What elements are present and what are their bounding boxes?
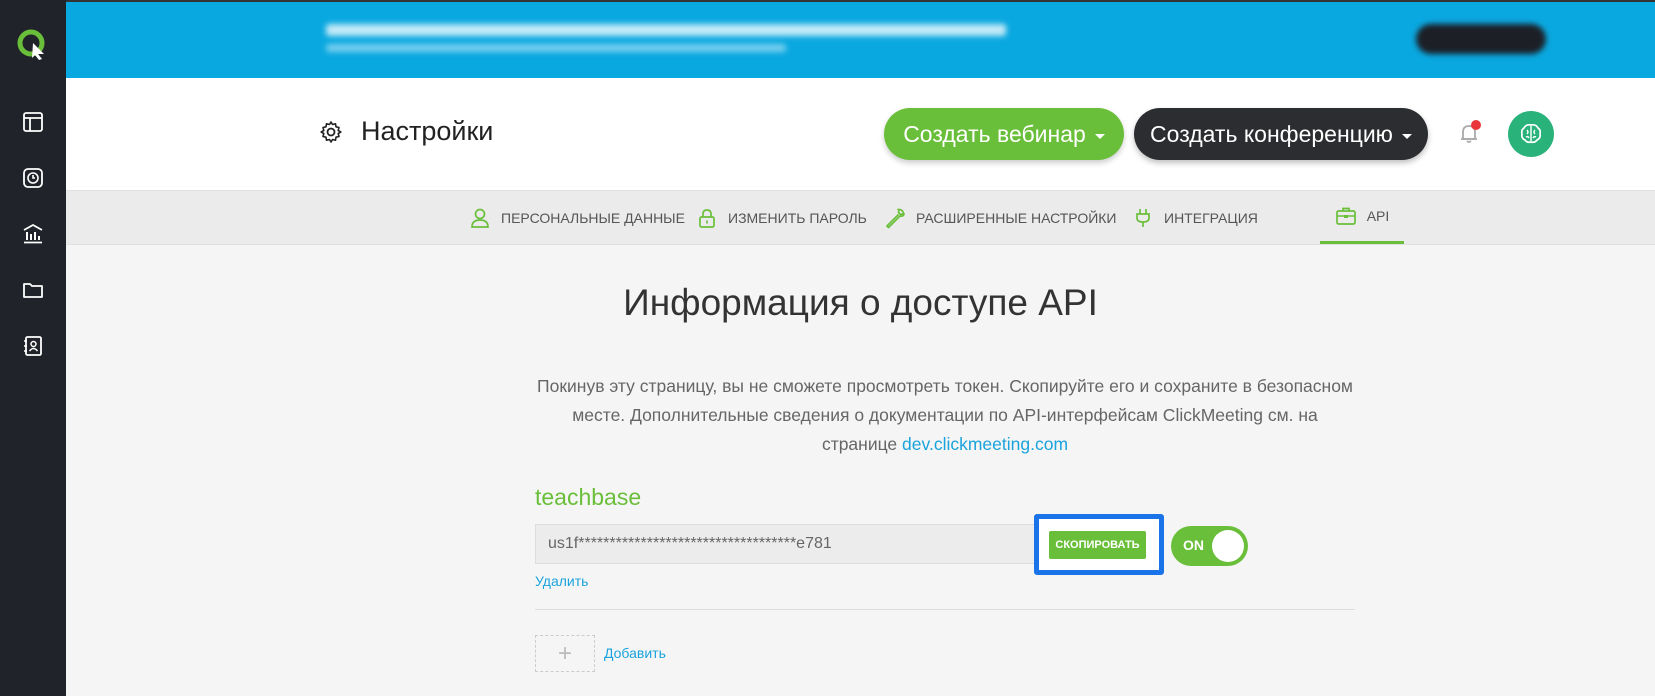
sidebar-item-schedule[interactable] (0, 158, 66, 198)
create-webinar-button[interactable]: Создать вебинар (884, 108, 1124, 160)
folder-icon (23, 283, 43, 298)
notification-badge (1471, 120, 1481, 130)
toggle-knob (1212, 530, 1244, 562)
tab-label: API (1366, 208, 1390, 224)
doc-link[interactable]: dev.clickmeeting.com (902, 434, 1068, 454)
user-icon (471, 208, 489, 228)
api-icon (1335, 207, 1356, 225)
tab-label: Интеграция (1164, 209, 1258, 226)
tab-integration[interactable]: Интеграция (1132, 191, 1258, 244)
notifications-button[interactable] (1456, 120, 1482, 146)
tab-personal-data[interactable]: Персональные данные (469, 191, 685, 244)
tab-label: Персональные данные (501, 209, 685, 226)
create-conference-label: Создать конференцию (1150, 120, 1393, 147)
wrench-icon (886, 208, 905, 228)
lock-icon (699, 208, 715, 228)
divider (535, 609, 1355, 610)
api-description: Покинув эту страницу, вы не сможете прос… (535, 372, 1355, 459)
sidebar (0, 0, 66, 696)
tab-change-password[interactable]: Изменить пароль (696, 191, 867, 244)
copy-button[interactable]: СКОПИРОВАТЬ (1049, 531, 1146, 559)
page-title: Настройки (361, 116, 494, 146)
tab-label: Расширенные настройки (916, 209, 1117, 226)
brain-icon (1520, 123, 1542, 144)
chevron-down-icon (1094, 133, 1105, 139)
app-logo[interactable] (16, 28, 48, 60)
sidebar-item-contacts[interactable] (0, 326, 66, 366)
plus-icon: + (557, 639, 572, 667)
tab-label: Изменить пароль (728, 209, 867, 226)
avatar[interactable] (1508, 111, 1554, 157)
create-webinar-label: Создать вебинар (903, 120, 1086, 147)
statistics-icon (23, 223, 43, 244)
copy-button-highlight: СКОПИРОВАТЬ (1034, 514, 1164, 575)
api-key-toggle[interactable]: ON (1171, 526, 1248, 566)
clock-icon (23, 168, 43, 188)
banner-blurred-text (326, 24, 1006, 36)
api-token-field[interactable] (535, 524, 1035, 564)
page-header: Настройки Создать вебинар Создать конфер… (66, 78, 1655, 190)
gear-icon (320, 121, 342, 143)
banner-button[interactable] (1416, 24, 1546, 54)
delete-key-link[interactable]: Удалить (535, 573, 588, 589)
sidebar-item-statistics[interactable] (0, 214, 66, 254)
tab-api[interactable]: API (1320, 191, 1404, 244)
chevron-down-icon (1401, 133, 1412, 139)
plug-icon (1136, 208, 1150, 227)
settings-tabs: Персональные данные Изменить пароль Расш… (66, 190, 1655, 245)
create-conference-button[interactable]: Создать конференцию (1134, 108, 1428, 160)
banner-blurred-subtext (326, 44, 786, 52)
promo-banner (66, 2, 1655, 78)
add-key-link[interactable]: Добавить (604, 645, 666, 661)
add-key-button[interactable]: + (535, 635, 595, 672)
toggle-label: ON (1183, 537, 1204, 553)
api-key-name: teachbase (535, 484, 642, 510)
sidebar-item-files[interactable] (0, 270, 66, 310)
tab-advanced-settings[interactable]: Расширенные настройки (884, 191, 1117, 244)
sidebar-item-dashboard[interactable] (0, 102, 66, 142)
dashboard-icon (23, 112, 43, 132)
section-title: Информация о доступе API (623, 282, 1098, 323)
contacts-icon (24, 336, 42, 356)
